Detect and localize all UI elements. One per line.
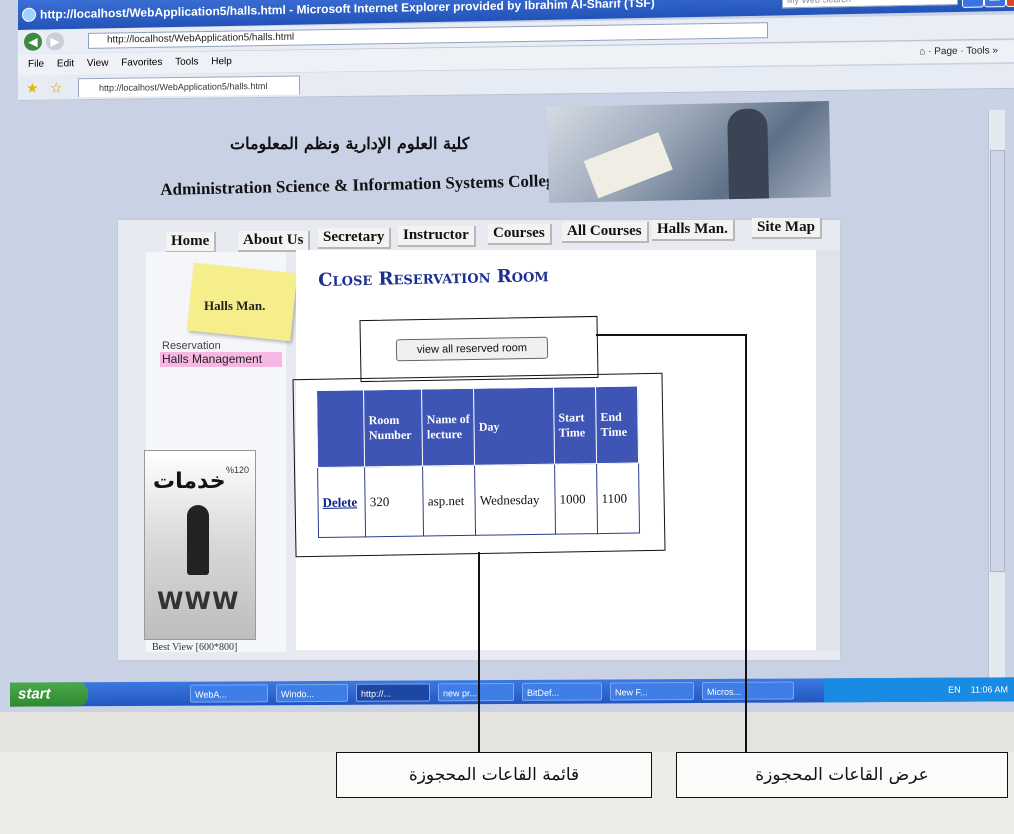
col-header-end-time: End Time — [595, 386, 639, 464]
site-nav: Home About Us Secretary Instructor Cours… — [150, 214, 840, 253]
nav-home[interactable]: Home — [166, 232, 217, 253]
ie-icon — [22, 7, 36, 22]
favorites-star-icon[interactable]: ★ — [26, 80, 39, 97]
sidebar-item-reservation[interactable]: Reservation — [162, 340, 221, 352]
home-icon[interactable]: ⌂ — [919, 46, 925, 57]
taskbar-item-new-project[interactable]: new pr... — [438, 682, 514, 702]
browser-tab[interactable]: http://localhost/WebApplication5/halls.h… — [78, 75, 300, 98]
add-favorite-icon[interactable]: ☆ — [50, 79, 63, 96]
command-bar: ⌂ · Page · Tools » — [919, 45, 998, 58]
callout-view-reserved: عرض القاعات المحجوزة — [676, 752, 1008, 798]
sticky-note-label: Halls Man. — [204, 298, 266, 313]
table-row: Delete 320 asp.net Wednesday 1000 1100 — [317, 463, 640, 538]
nav-courses[interactable]: Courses — [488, 224, 552, 245]
taskbar-item-microsoft[interactable]: Micros... — [702, 681, 794, 701]
search-input[interactable]: My Web Search — [782, 0, 958, 9]
screenshot-photo: http://localhost/WebApplication5/halls.h… — [0, 0, 1014, 712]
taskbar-item-new-folder[interactable]: New F... — [610, 682, 694, 701]
nav-site-map[interactable]: Site Map — [752, 218, 822, 239]
nav-halls-man[interactable]: Halls Man. — [652, 220, 735, 241]
menu-tools[interactable]: Tools — [175, 56, 198, 67]
ad-arabic-title: خدمات — [153, 469, 226, 494]
reservation-table: Room Number Name of lecture Day Start Ti… — [316, 385, 641, 538]
banner-document-shape — [583, 132, 673, 199]
banner-photo — [547, 101, 831, 203]
taskbar-item-weba[interactable]: WebA... — [190, 684, 268, 703]
best-view-caption: Best View [600*800] — [152, 642, 238, 653]
clock: 11:06 AM — [970, 684, 1008, 695]
menu-edit[interactable]: Edit — [57, 58, 74, 69]
faded-background-table — [0, 712, 1014, 752]
back-arrow-icon[interactable]: ◀ — [24, 32, 42, 51]
table-cell-lecture: asp.net — [422, 465, 476, 537]
connector-line — [596, 334, 746, 336]
tools-menu[interactable]: Tools — [966, 45, 989, 56]
menu-help[interactable]: Help — [211, 56, 232, 67]
table-cell-end: 1100 — [596, 463, 640, 534]
taskbar-item-ie[interactable]: http://... — [356, 683, 430, 702]
nav-about-us[interactable]: About Us — [238, 231, 311, 252]
content-right-border — [816, 250, 840, 650]
col-header-action — [316, 389, 365, 468]
connector-line — [478, 552, 480, 752]
col-header-start-time: Start Time — [553, 386, 597, 465]
ad-percent-label: %120 — [225, 465, 249, 475]
ad-www-text: WWW — [157, 587, 240, 615]
col-header-day: Day — [473, 387, 555, 466]
vertical-scrollbar[interactable] — [988, 110, 1005, 678]
delete-link[interactable]: Delete — [322, 494, 357, 509]
nav-instructor[interactable]: Instructor — [398, 226, 476, 247]
connector-line — [745, 334, 747, 752]
maximize-icon[interactable]: ❐ — [984, 0, 1006, 8]
callout-reserved-list: قائمة القاعات المحجوزة — [336, 752, 652, 798]
table-cell-day: Wednesday — [474, 464, 556, 536]
col-header-lecture: Name of lecture — [421, 388, 475, 467]
menu-view[interactable]: View — [87, 58, 109, 69]
nav-all-courses[interactable]: All Courses — [562, 222, 649, 243]
windows-taskbar: start WebA... Windo... http://... new pr… — [10, 677, 1014, 707]
view-reserved-button[interactable]: view all reserved room — [395, 336, 549, 362]
col-header-room-number: Room Number — [363, 389, 423, 467]
college-name-arabic: كلية العلوم الإدارية ونظم المعلومات — [230, 134, 470, 153]
minimize-icon[interactable]: – — [962, 0, 984, 8]
language-indicator[interactable]: EN — [948, 685, 961, 695]
taskbar-item-windows[interactable]: Windo... — [276, 683, 348, 703]
table-cell-action: Delete — [317, 466, 366, 538]
page-menu[interactable]: Page — [934, 46, 957, 57]
start-button[interactable]: start — [10, 682, 88, 707]
table-cell-room: 320 — [364, 466, 424, 537]
table-cell-start: 1000 — [554, 463, 598, 535]
menu-favorites[interactable]: Favorites — [121, 57, 162, 69]
banner-person-shape — [727, 108, 769, 200]
window-title: http://localhost/WebApplication5/halls.h… — [40, 0, 655, 22]
table-header-row: Room Number Name of lecture Day Start Ti… — [316, 386, 639, 468]
close-icon[interactable]: ✕ — [1006, 0, 1014, 8]
sidebar-item-halls-management[interactable]: Halls Management — [160, 352, 282, 367]
ad-person-figure — [187, 505, 209, 575]
services-ad-image: %120 خدمات WWW — [144, 450, 256, 640]
menu-file[interactable]: File — [28, 59, 44, 70]
scrollbar-thumb[interactable] — [990, 150, 1005, 572]
forward-arrow-icon[interactable]: ▶ — [46, 32, 64, 51]
system-tray: EN 11:06 AM — [824, 677, 1014, 703]
nav-secretary[interactable]: Secretary — [318, 228, 392, 249]
taskbar-item-bitdefender[interactable]: BitDef... — [522, 682, 602, 701]
